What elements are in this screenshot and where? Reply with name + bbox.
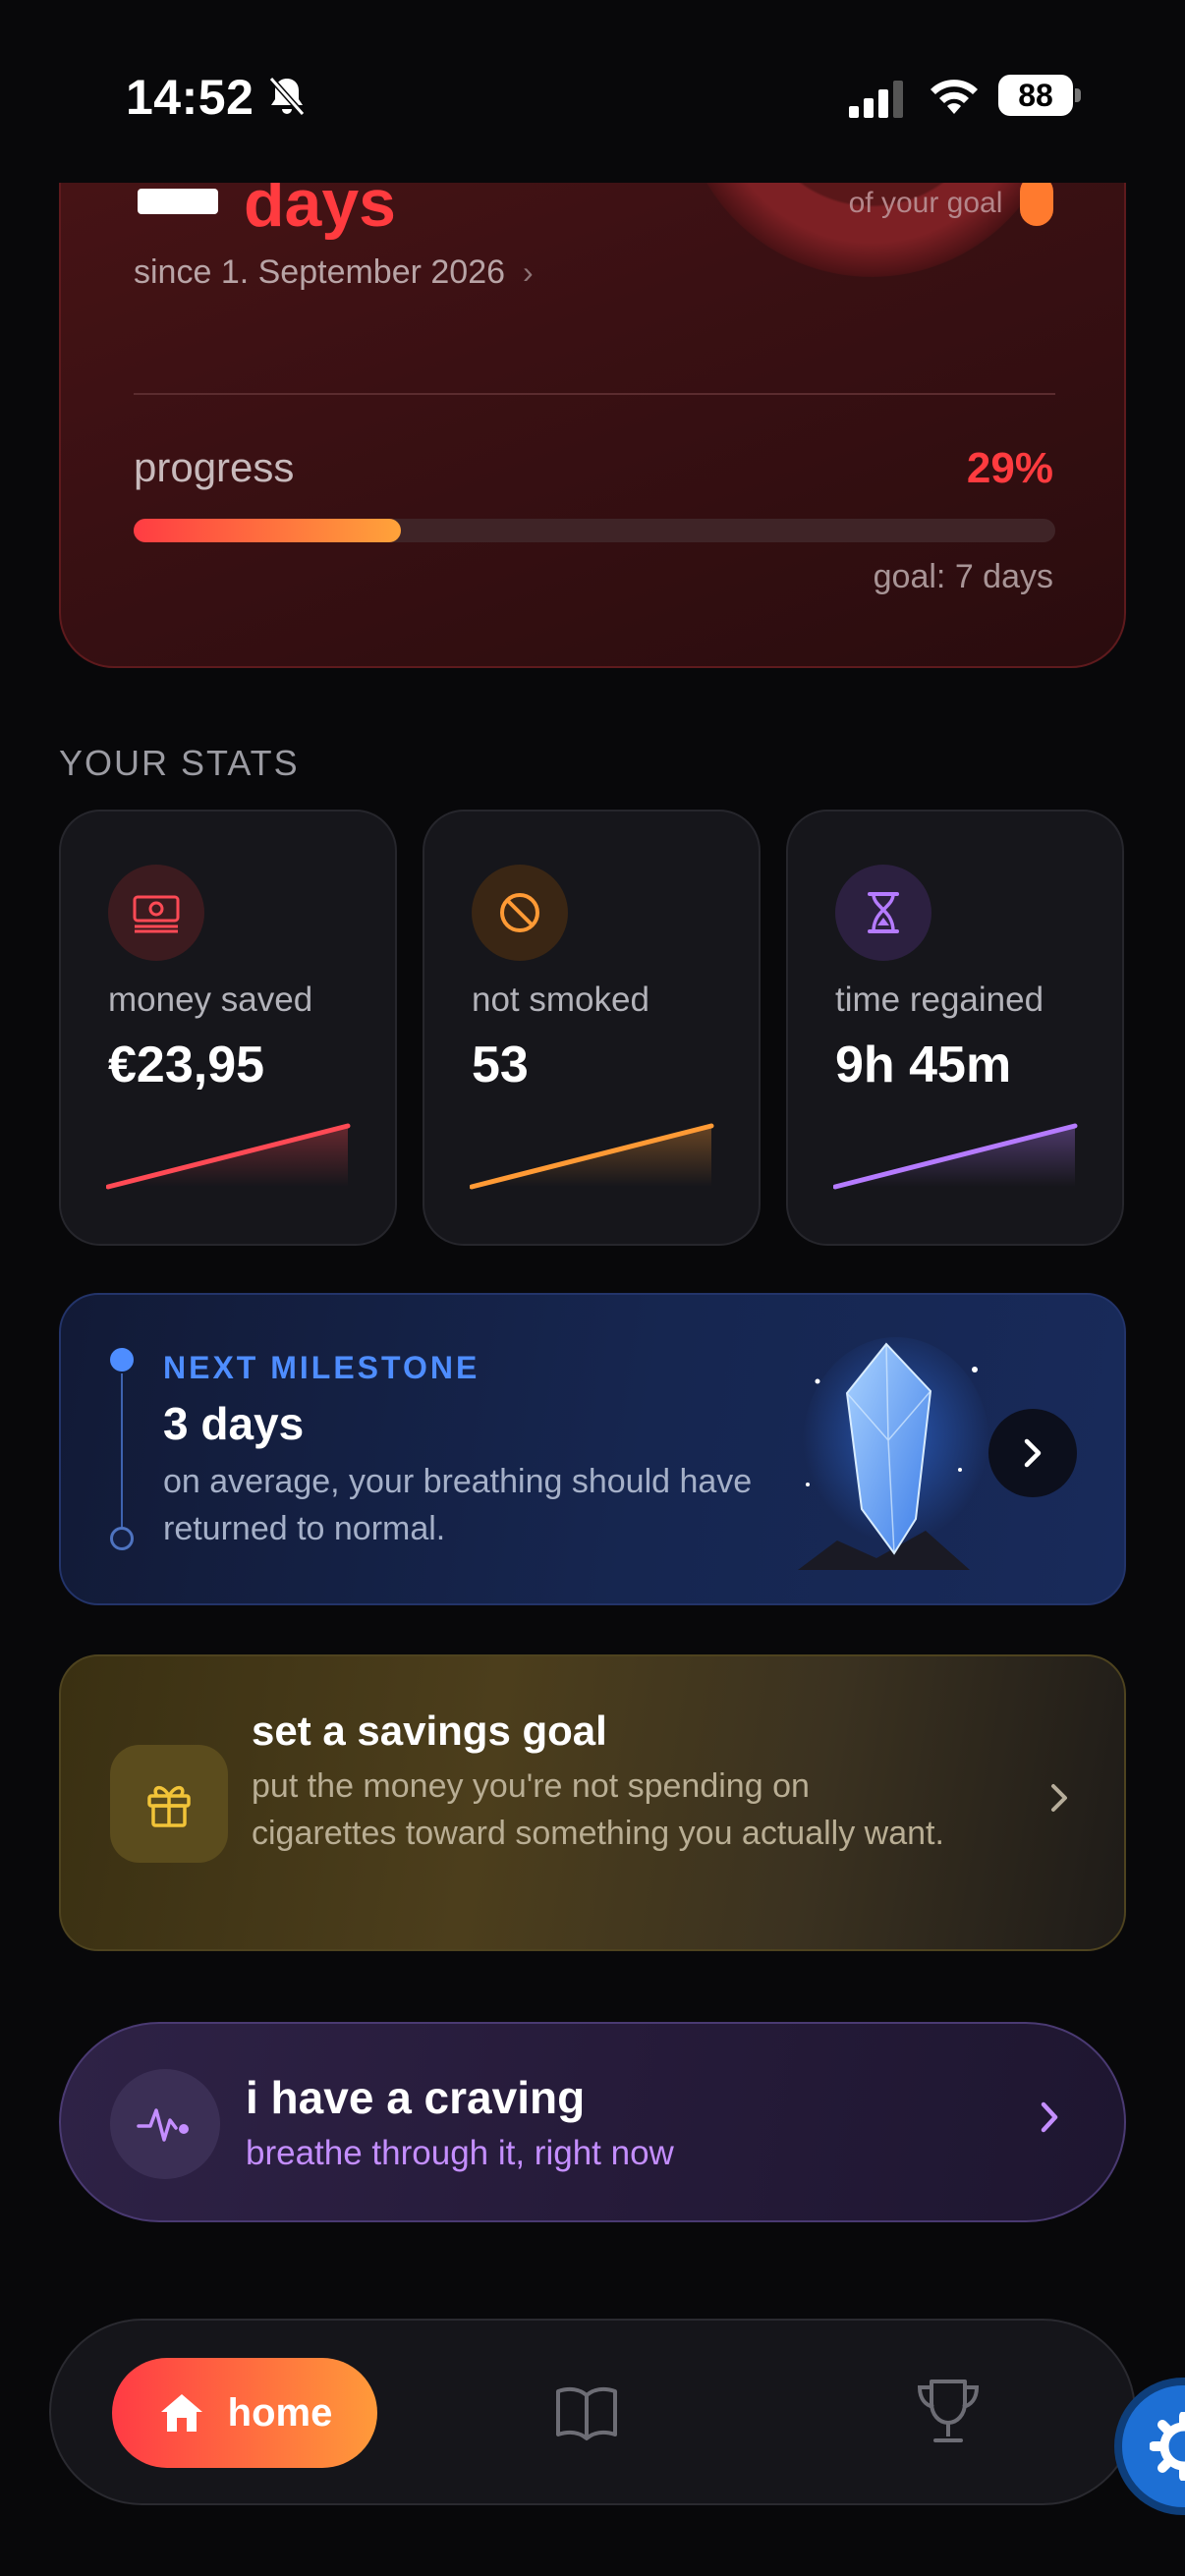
- sparkline: [470, 1123, 714, 1190]
- craving-title: i have a craving: [246, 2072, 586, 2123]
- milestone-open-button[interactable]: [988, 1409, 1077, 1497]
- milestone-kicker: NEXT MILESTONE: [163, 1350, 480, 1385]
- since-date: since 1. September 2026: [134, 253, 506, 291]
- milestone-description: on average, your breathing should have r…: [163, 1463, 753, 1547]
- timeline-dot-next: [110, 1527, 134, 1550]
- nav-learn-tab-book-icon[interactable]: [552, 2378, 621, 2446]
- battery-icon: 88: [998, 75, 1081, 116]
- stat-label: money saved: [108, 980, 313, 1019]
- milestone-title: 3 days: [163, 1398, 305, 1449]
- stats-section-title: YOUR STATS: [59, 743, 300, 783]
- home-icon: [160, 2394, 202, 2432]
- gear-icon: [1150, 2412, 1185, 2481]
- goal-caption: of your goal: [848, 187, 1003, 219]
- gift-icon: [110, 1745, 228, 1863]
- bottom-navigation: home: [49, 2319, 1136, 2505]
- crystal-icon: [798, 1337, 989, 1570]
- nav-home-tab[interactable]: home: [112, 2358, 377, 2468]
- progress-bar-fill: [134, 519, 402, 542]
- bell-muted-icon: [268, 77, 306, 116]
- progress-bar: [134, 519, 1055, 542]
- no-smoking-icon: [472, 865, 568, 961]
- stat-card-not-smoked[interactable]: not smoked 53: [423, 810, 761, 1246]
- stat-label: not smoked: [472, 980, 649, 1019]
- day-count-digit: [138, 189, 218, 214]
- status-bar: 14:52 88: [0, 0, 1185, 183]
- heartbeat-icon: [110, 2069, 220, 2179]
- divider: [134, 393, 1055, 395]
- craving-button[interactable]: i have a craving breathe through it, rig…: [59, 2022, 1126, 2222]
- craving-subtitle: breathe through it, right now: [246, 2134, 674, 2172]
- stat-value: €23,95: [108, 1036, 265, 1093]
- stat-value: 53: [472, 1036, 529, 1093]
- chevron-right-icon: [1041, 2101, 1058, 2133]
- sparkline: [106, 1123, 351, 1190]
- battery-tip: [1075, 88, 1081, 102]
- home-screen: of your goal days since 1. September 202…: [0, 0, 1185, 2576]
- hourglass-icon: [835, 865, 931, 961]
- stat-card-money-saved[interactable]: money saved €23,95: [59, 810, 397, 1246]
- progress-label: progress: [134, 444, 295, 490]
- nav-home-label: home: [227, 2390, 333, 2435]
- chevron-right-icon: [1051, 1784, 1067, 1812]
- since-date-link[interactable]: since 1. September 2026 ›: [134, 253, 534, 292]
- stat-value: 9h 45m: [835, 1036, 1012, 1093]
- next-milestone-card[interactable]: NEXT MILESTONE 3 days on average, your b…: [59, 1293, 1126, 1605]
- progress-percent: 29%: [966, 444, 1053, 492]
- money-icon: [108, 865, 204, 961]
- sparkline: [833, 1123, 1078, 1190]
- nav-achievements-tab-trophy-icon[interactable]: [914, 2376, 983, 2448]
- timeline-dot-current: [110, 1348, 134, 1372]
- stat-label: time regained: [835, 980, 1044, 1019]
- clock: 14:52: [126, 70, 254, 125]
- chevron-right-icon: [1024, 1438, 1042, 1468]
- battery-level: 88: [998, 75, 1073, 116]
- timeline-line: [121, 1373, 123, 1539]
- chevron-right-icon: ›: [523, 254, 534, 290]
- savings-goal-description: put the money you're not spending on cig…: [252, 1767, 944, 1852]
- wifi-icon: [931, 80, 978, 114]
- stat-card-time-regained[interactable]: time regained 9h 45m: [786, 810, 1124, 1246]
- goal-text: goal: 7 days: [873, 558, 1053, 595]
- savings-goal-title: set a savings goal: [252, 1708, 607, 1754]
- cellular-signal-icon: [849, 81, 903, 118]
- savings-goal-card[interactable]: set a savings goal put the money you're …: [59, 1654, 1126, 1951]
